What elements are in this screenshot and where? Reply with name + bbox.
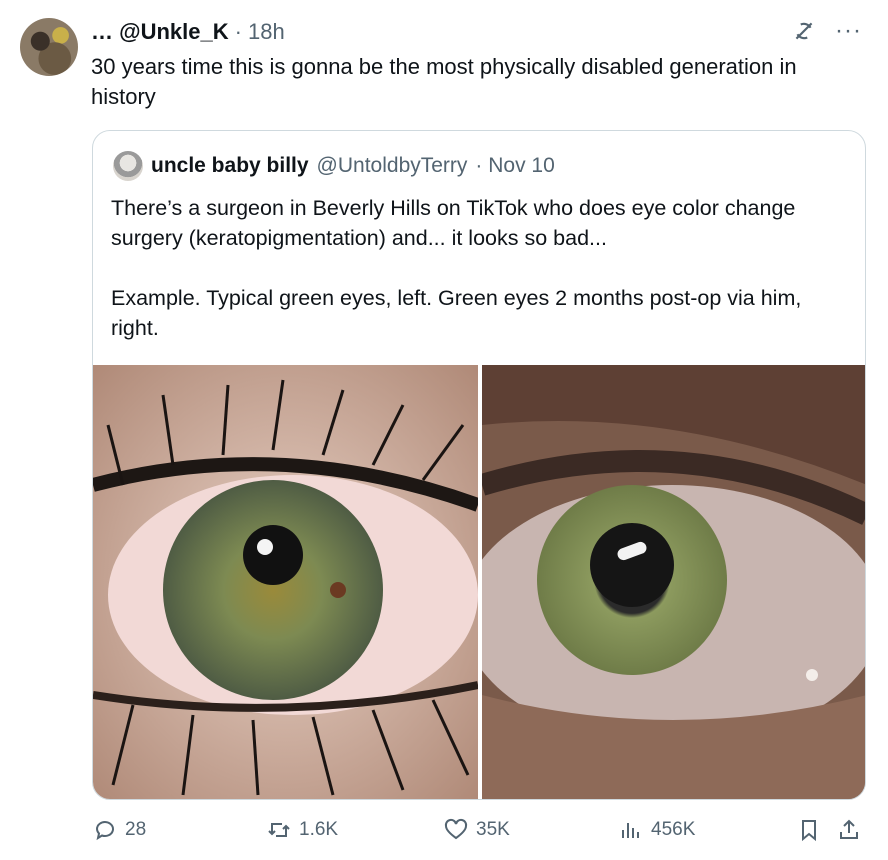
photo-left-natural-eye[interactable] (93, 365, 478, 799)
reply-button[interactable]: 28 (93, 818, 146, 842)
tweet-top-icons: ··· (791, 18, 862, 44)
quote-author-handle[interactable]: @UntoldbyTerry (317, 154, 468, 178)
tweet-text: 30 years time this is gonna be the most … (91, 54, 797, 109)
quote-avatar[interactable] (113, 151, 143, 181)
tweet-time[interactable]: · 18h (235, 19, 285, 45)
postop-eye-image (482, 365, 865, 799)
reply-icon (95, 821, 114, 841)
tweet-actions: 28 1.6K 35K 456K (91, 818, 866, 848)
bookmark-button[interactable] (797, 818, 821, 842)
reply-count: 28 (125, 819, 147, 840)
quote-date[interactable]: · Nov 10 (475, 154, 554, 178)
quote-media (93, 365, 865, 799)
views-button[interactable]: 456K (619, 818, 695, 842)
like-button[interactable]: 35K (444, 818, 510, 842)
quoted-tweet[interactable]: uncle baby billy @UntoldbyTerry · Nov 10… (92, 130, 866, 800)
quote-text: There’s a surgeon in Beverly Hills on Ti… (111, 196, 802, 340)
author-handle[interactable]: … @Unkle_K (91, 19, 229, 45)
repost-icon (268, 823, 290, 837)
natural-eye-image (93, 365, 478, 799)
share-icon (840, 819, 858, 839)
grok-icon[interactable] (791, 18, 817, 44)
bookmark-icon (802, 820, 816, 842)
more-icon[interactable]: ··· (835, 18, 862, 44)
views-count: 456K (651, 819, 696, 840)
author-avatar[interactable] (20, 18, 78, 76)
tweet-header: … @Unkle_K · 18h (91, 19, 285, 45)
repost-button[interactable]: 1.6K (267, 818, 338, 842)
photo-right-postop-eye[interactable] (482, 365, 865, 799)
views-icon (622, 823, 639, 838)
like-icon (444, 818, 468, 840)
quote-author-name[interactable]: uncle baby billy (151, 154, 309, 178)
like-count: 35K (476, 819, 510, 840)
share-button[interactable] (837, 818, 861, 842)
quote-header: uncle baby billy @UntoldbyTerry · Nov 10 (113, 151, 555, 181)
repost-count: 1.6K (299, 819, 339, 840)
